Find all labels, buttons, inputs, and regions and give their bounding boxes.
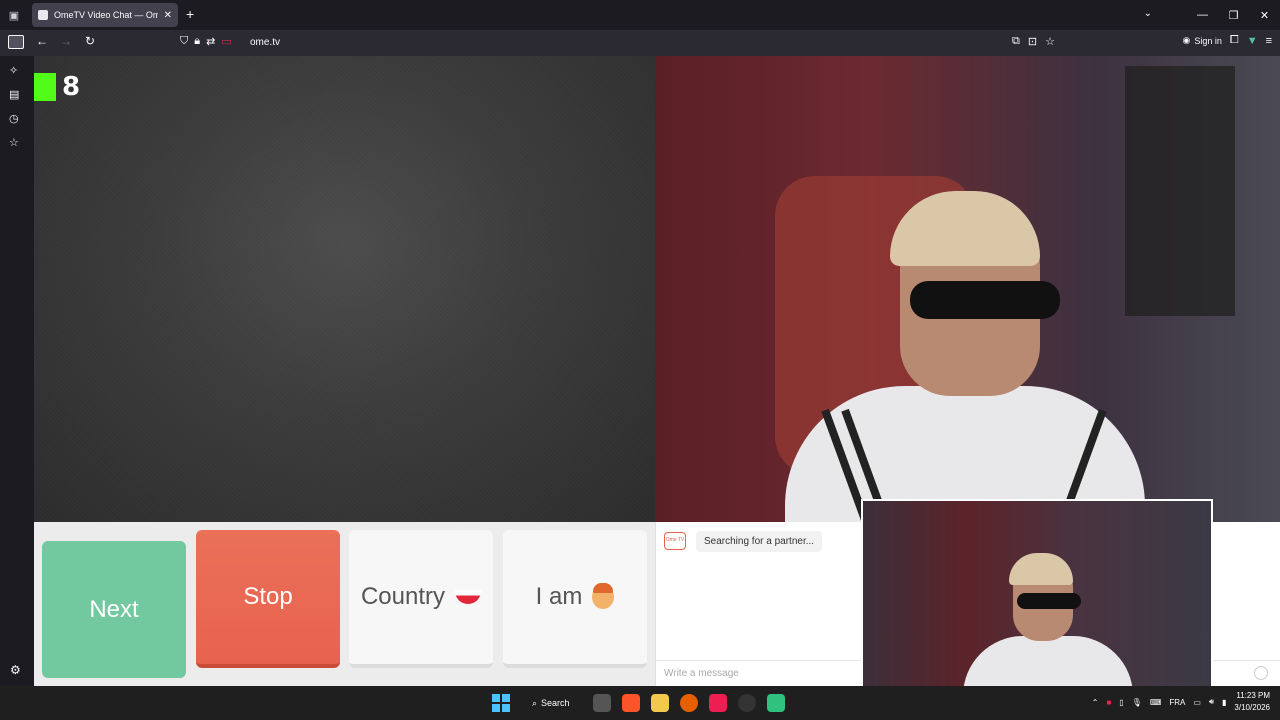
bookmark-star-icon[interactable]: ☆	[1045, 35, 1055, 48]
vpn-icon[interactable]: ▼	[1247, 35, 1258, 47]
keyboard-icon[interactable]: ⌨	[1150, 698, 1162, 707]
task-view-icon[interactable]	[593, 694, 611, 712]
self-video-preview	[861, 499, 1213, 693]
extensions-icon[interactable]: ⧠	[1230, 34, 1239, 47]
network-icon[interactable]: ▭	[1193, 698, 1201, 707]
picture-in-picture-icon[interactable]: ⧉	[1012, 35, 1020, 48]
next-label: Next	[89, 595, 139, 623]
country-label: Country	[360, 583, 446, 610]
stop-button[interactable]: Stop	[196, 530, 340, 668]
self-body	[963, 636, 1133, 691]
tab-close-icon[interactable]: ✕	[164, 10, 172, 21]
forward-icon[interactable]: →	[54, 34, 78, 48]
partner-video-static: 8	[34, 56, 655, 522]
sign-in-label: Sign in	[1194, 35, 1222, 46]
next-button[interactable]: Next	[42, 541, 186, 678]
clock-date: 3/10/2026	[1234, 703, 1270, 712]
battery-icon[interactable]: ▮	[1222, 698, 1226, 707]
window-controls: — ❐ ✕	[1187, 0, 1280, 30]
url-field[interactable]: ome.tv	[250, 37, 280, 48]
search-label: Search	[541, 698, 570, 708]
chat-status-message: Searching for a partner...	[696, 531, 823, 552]
app-icon[interactable]	[767, 694, 785, 712]
sidebar-toggle-icon[interactable]	[8, 35, 24, 49]
permissions-icon[interactable]: ⇄	[206, 35, 215, 48]
history-icon[interactable]: ◷	[9, 112, 19, 125]
iam-label: I am	[535, 583, 583, 610]
system-tray: ⌃ ■ ▯ 🎙︎ ⌨ FRA ▭ 🔊︎ ▮ 11:23 PM 3/10/2026	[1092, 690, 1270, 714]
clock-time: 11:23 PM	[1236, 691, 1270, 700]
self-cap	[1009, 553, 1073, 585]
chevron-down-icon[interactable]: ⌄	[1144, 8, 1152, 19]
gender-button[interactable]: I am	[503, 530, 647, 668]
taskbar-search[interactable]: ⌕ Search	[524, 692, 580, 714]
microphone-icon[interactable]: 🎙︎	[1132, 698, 1142, 707]
restore-icon[interactable]: ❐	[1218, 9, 1249, 22]
sign-in-button[interactable]: ◉ Sign in	[1182, 35, 1221, 46]
close-window-icon[interactable]: ✕	[1249, 9, 1280, 22]
tab-ometv[interactable]: OmeTV Video Chat — Ome ✕	[32, 3, 178, 27]
brave-icon[interactable]	[622, 694, 640, 712]
sidebar-settings-icon[interactable]: ⚙	[10, 663, 21, 677]
person-sunglasses	[910, 281, 1060, 319]
firefox-icon[interactable]	[680, 694, 698, 712]
poster-shape	[1125, 66, 1235, 316]
browser-sidebar: ✧ ▤ ◷ ☆	[0, 56, 34, 686]
file-explorer-icon[interactable]	[651, 694, 669, 712]
boy-emoji-icon	[592, 583, 615, 609]
stop-label: Stop	[243, 583, 293, 610]
country-flag-icon	[455, 590, 482, 604]
viewer-count: 8	[62, 72, 81, 102]
chevron-up-icon[interactable]: ⌃	[1092, 698, 1099, 707]
new-tab-button[interactable]: +	[186, 6, 194, 22]
search-icon: ⌕	[532, 697, 538, 708]
synced-tabs-icon[interactable]: ▤	[9, 88, 19, 101]
page-content: 8 Next Stop Country I am Ome TV Searchin…	[34, 56, 1280, 693]
save-to-pocket-icon[interactable]: ⊡	[1028, 35, 1037, 48]
clock[interactable]: 11:23 PM 3/10/2026	[1234, 690, 1270, 714]
tab-list-icon[interactable]: ▣	[0, 0, 28, 30]
kick-overlay: 8	[34, 72, 80, 102]
tab-favicon-icon	[38, 10, 48, 20]
back-icon[interactable]: ←	[30, 34, 54, 48]
usb-icon[interactable]: ▯	[1119, 698, 1123, 707]
windows-start-icon[interactable]	[492, 694, 510, 712]
windows-taskbar: ⌕ Search ⌃ ■ ▯ 🎙︎ ⌨ FRA ▭ 🔊︎ ▮ 11:23 PM …	[0, 686, 1280, 720]
kick-logo-icon	[34, 73, 56, 101]
country-button[interactable]: Country	[349, 530, 493, 668]
volume-icon[interactable]: 🔊︎	[1209, 697, 1214, 707]
reload-icon[interactable]: ↻	[78, 34, 102, 48]
nav-bar: ← → ↻ ⛉ 🔒︎ ⇄ ▭ ome.tv ⧉ ⊡ ☆ ◉ Sign in ⧠ …	[0, 30, 1280, 56]
ometv-logo-icon: Ome TV	[664, 532, 686, 550]
language-indicator[interactable]: FRA	[1169, 698, 1185, 707]
obs-icon[interactable]	[738, 694, 756, 712]
chat-controls: Next Stop Country I am	[34, 522, 655, 686]
shield-icon[interactable]: ⛉	[180, 35, 188, 48]
ai-chatbot-icon[interactable]: ✧	[9, 64, 18, 77]
tab-bar: ▣ OmeTV Video Chat — Ome ✕ + ⌄ — ❐ ✕	[0, 0, 1280, 30]
tray-app-icon[interactable]: ■	[1106, 698, 1111, 707]
url-security-icons: ⛉ 🔒︎ ⇄ ▭	[180, 35, 232, 48]
minimize-icon[interactable]: —	[1187, 9, 1218, 21]
page-actions: ⧉ ⊡ ☆	[1012, 35, 1055, 48]
emoji-picker-icon[interactable]	[1254, 666, 1268, 680]
lock-icon[interactable]: 🔒︎	[194, 35, 200, 48]
streamer-video	[655, 56, 1280, 522]
video-noise	[34, 56, 655, 522]
toolbar-right: ◉ Sign in ⧠ ▼ ≡	[1182, 34, 1272, 47]
account-icon: ◉	[1182, 35, 1191, 45]
bookmarks-icon[interactable]: ☆	[9, 136, 19, 149]
tab-title: OmeTV Video Chat — Ome	[54, 10, 158, 20]
tiktok-icon[interactable]	[709, 694, 727, 712]
camera-icon[interactable]: ▭	[221, 35, 231, 48]
self-sunglasses	[1017, 593, 1081, 609]
menu-icon[interactable]: ≡	[1266, 35, 1272, 47]
